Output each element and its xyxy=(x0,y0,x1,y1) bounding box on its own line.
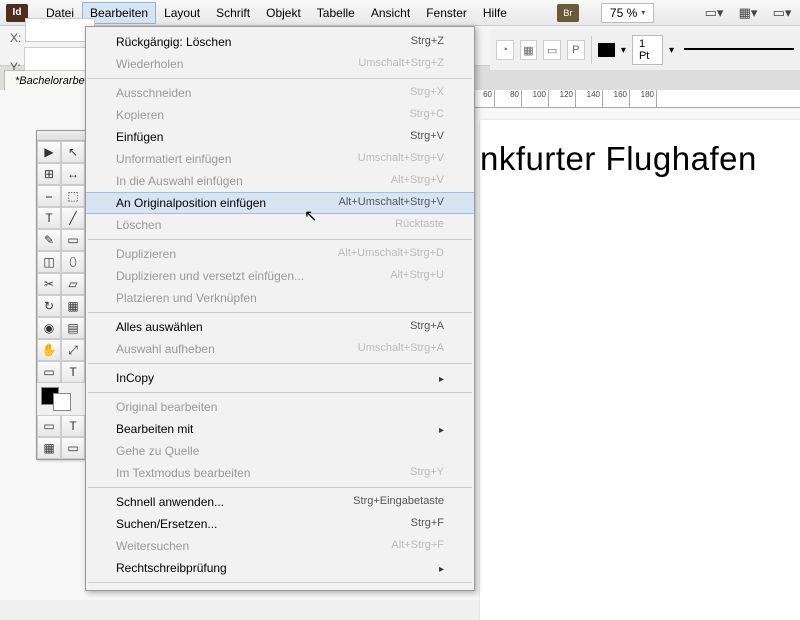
bridge-badge[interactable]: Br xyxy=(557,4,579,22)
view-preview-icon[interactable]: ▭ xyxy=(61,437,85,459)
wrap-icon[interactable]: ▦ xyxy=(520,40,538,60)
ruler-tick: 140 xyxy=(576,90,603,107)
menu-item-incopy[interactable]: InCopy xyxy=(86,367,474,389)
menu-item-im-textmodus-bearbeiten: Im Textmodus bearbeitenStrg+Y xyxy=(86,462,474,484)
arrange-icon[interactable]: ▭▾ xyxy=(770,4,794,22)
menubar: Id DateiBearbeitenLayoutSchriftObjektTab… xyxy=(0,0,800,26)
menu-ansicht[interactable]: Ansicht xyxy=(363,2,418,24)
tool-button[interactable]: ↖ xyxy=(61,141,85,163)
tool-button[interactable]: ⤢ xyxy=(61,339,85,361)
tool-button[interactable]: T xyxy=(37,207,61,229)
menu-item-suchen-ersetzen[interactable]: Suchen/Ersetzen...Strg+F xyxy=(86,513,474,535)
stroke-style-preview[interactable] xyxy=(684,48,794,58)
ruler-tick: 100 xyxy=(522,90,549,107)
menu-item-duplizieren-und-versetzt-einf-gen: Duplizieren und versetzt einfügen...Alt+… xyxy=(86,265,474,287)
menu-item-alles-ausw-hlen[interactable]: Alles auswählenStrg+A xyxy=(86,316,474,338)
page[interactable]: nkfurter Flughafen xyxy=(480,120,800,620)
menu-tabelle[interactable]: Tabelle xyxy=(309,2,363,24)
effects-icon[interactable]: ◔ xyxy=(496,40,514,60)
menu-item-l-schen: LöschenRücktaste xyxy=(86,214,474,236)
ruler-tick: 160 xyxy=(603,90,630,107)
zoom-select[interactable]: 75 % xyxy=(601,3,654,23)
tool-button[interactable]: ⊞ xyxy=(37,163,61,185)
tool-button[interactable]: ✋ xyxy=(37,339,61,361)
tool-button[interactable]: ✂ xyxy=(37,273,61,295)
format-text-icon[interactable]: T xyxy=(61,415,85,437)
stroke-swatch-palette[interactable] xyxy=(53,393,71,411)
menu-item-einf-gen[interactable]: EinfügenStrg+V xyxy=(86,126,474,148)
tool-button[interactable]: ▭ xyxy=(61,229,85,251)
tool-button[interactable]: ⬯ xyxy=(61,251,85,273)
menu-item-wiederholen: WiederholenUmschalt+Strg+Z xyxy=(86,53,474,75)
menu-item-r-ckg-ngig-l-schen[interactable]: Rückgängig: LöschenStrg+Z xyxy=(86,31,474,53)
view-mode-icon[interactable]: ▭▾ xyxy=(702,4,726,22)
para-icon[interactable]: P xyxy=(567,40,585,60)
tool-button[interactable]: ▦ xyxy=(61,295,85,317)
stroke-weight[interactable]: 1 Pt xyxy=(632,35,663,65)
view-normal-icon[interactable]: ▦ xyxy=(37,437,61,459)
menu-fenster[interactable]: Fenster xyxy=(418,2,475,24)
x-label: X: xyxy=(10,31,21,45)
tool-button[interactable]: ◉ xyxy=(37,317,61,339)
y-field[interactable] xyxy=(24,47,94,71)
tool-button[interactable]: ▭ xyxy=(37,361,61,383)
ruler-tick: 80 xyxy=(495,90,522,107)
menu-objekt[interactable]: Objekt xyxy=(258,2,309,24)
palette-grip[interactable] xyxy=(37,131,85,141)
menu-item-bearbeiten-mit[interactable]: Bearbeiten mit xyxy=(86,418,474,440)
tool-button[interactable]: ↔ xyxy=(61,163,85,185)
menu-item-schnell-anwenden[interactable]: Schnell anwenden...Strg+Eingabetaste xyxy=(86,491,474,513)
control-bar-right: ◔ ▦ ▭ P ▾ 1 Pt ▾ xyxy=(490,30,800,70)
tool-button[interactable]: ╱ xyxy=(61,207,85,229)
menu-item-unformatiert-einf-gen: Unformatiert einfügenUmschalt+Strg+V xyxy=(86,148,474,170)
menu-item-platzieren-und-verkn-pfen: Platzieren und Verknüpfen xyxy=(86,287,474,309)
corner-icon[interactable]: ▭ xyxy=(543,40,561,60)
menu-item-weitersuchen: WeitersuchenAlt+Strg+F xyxy=(86,535,474,557)
tool-button[interactable]: ⬚ xyxy=(61,185,85,207)
screen-mode-icon[interactable]: ▦▾ xyxy=(736,4,760,22)
ruler-tick: 180 xyxy=(630,90,657,107)
tool-button[interactable]: ▱ xyxy=(61,273,85,295)
headline-text: nkfurter Flughafen xyxy=(480,140,800,178)
menu-item-in-die-auswahl-einf-gen: In die Auswahl einfügenAlt+Strg+V xyxy=(86,170,474,192)
menu-hilfe[interactable]: Hilfe xyxy=(475,2,515,24)
format-container-icon[interactable]: ▭ xyxy=(37,415,61,437)
tool-button[interactable]: ↻ xyxy=(37,295,61,317)
tool-button[interactable]: ▶ xyxy=(37,141,61,163)
menu-item-ausschneiden: AusschneidenStrg+X xyxy=(86,82,474,104)
tool-button[interactable]: ◫ xyxy=(37,251,61,273)
menu-schrift[interactable]: Schrift xyxy=(208,2,258,24)
menu-item-gehe-zu-quelle: Gehe zu Quelle xyxy=(86,440,474,462)
ruler-tick: 120 xyxy=(549,90,576,107)
menu-item-original-bearbeiten: Original bearbeiten xyxy=(86,396,474,418)
tool-button[interactable]: T xyxy=(61,361,85,383)
menu-item-kopieren: KopierenStrg+C xyxy=(86,104,474,126)
menu-item-duplizieren: DuplizierenAlt+Umschalt+Strg+D xyxy=(86,243,474,265)
tool-button[interactable]: ▤ xyxy=(61,317,85,339)
stroke-swatch[interactable] xyxy=(598,43,615,57)
tool-palette: ▶↖⊞↔⎯⬚T╱✎▭◫⬯✂▱↻▦◉▤✋⤢▭T ▭ T ▦ ▭ xyxy=(36,130,86,460)
doc-tab[interactable]: *Bachelorarbe xyxy=(4,70,96,90)
menu-item-rechtschreibpr-fung[interactable]: Rechtschreibprüfung xyxy=(86,557,474,579)
menu-item-an-originalposition-einf-gen[interactable]: An Originalposition einfügenAlt+Umschalt… xyxy=(86,192,474,214)
menu-item-auswahl-aufheben: Auswahl aufhebenUmschalt+Strg+A xyxy=(86,338,474,360)
tool-button[interactable]: ⎯ xyxy=(37,185,61,207)
menu-layout[interactable]: Layout xyxy=(156,2,208,24)
edit-menu-dropdown: Rückgängig: LöschenStrg+ZWiederholenUmsc… xyxy=(85,26,475,591)
tool-button[interactable]: ✎ xyxy=(37,229,61,251)
